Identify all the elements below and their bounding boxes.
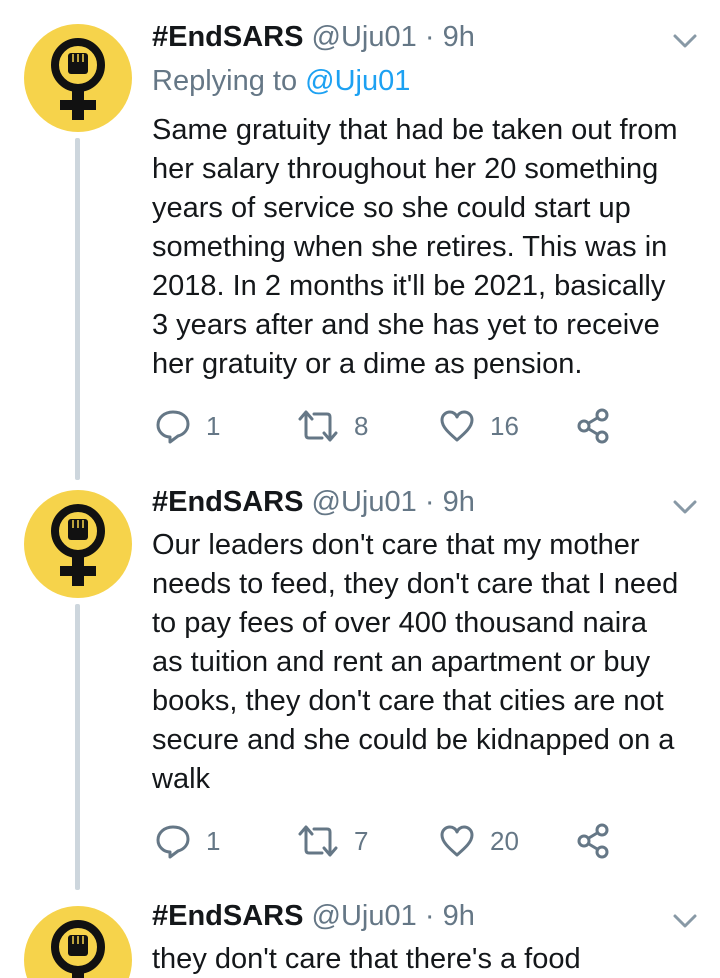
replying-to-label: Replying to: [152, 65, 298, 97]
display-name[interactable]: #EndSARS: [152, 486, 303, 518]
retweet-count: 7: [354, 825, 369, 856]
reply-button[interactable]: 1: [154, 406, 220, 446]
avatar[interactable]: [24, 906, 132, 978]
retweet-count: 8: [354, 410, 369, 441]
timestamp[interactable]: 9h: [443, 486, 475, 518]
display-name[interactable]: #EndSARS: [152, 900, 303, 932]
tweet-actions: 1 8 16: [152, 406, 622, 446]
thread-line: [75, 138, 80, 480]
display-name[interactable]: #EndSARS: [152, 21, 303, 53]
share-icon: [577, 823, 609, 859]
tweet-actions: 1 7 20: [152, 821, 622, 861]
tweet[interactable]: #EndSARS @Uju01 · 9h Our leaders don't c…: [0, 480, 720, 890]
replying-to: Replying to @Uju01: [152, 64, 410, 98]
retweet-icon: [298, 825, 338, 857]
raised-fist-female-symbol-icon: [51, 38, 105, 120]
raised-fist-female-symbol-icon: [51, 920, 105, 978]
tweet[interactable]: #EndSARS @Uju01 · 9h Replying to @Uju01 …: [0, 0, 720, 480]
timestamp[interactable]: 9h: [443, 900, 475, 932]
chevron-down-icon[interactable]: [670, 496, 700, 518]
reply-count: 1: [206, 825, 221, 856]
heart-icon: [440, 410, 474, 442]
separator-dot: ·: [424, 486, 435, 518]
avatar[interactable]: [24, 24, 132, 132]
retweet-button[interactable]: 7: [296, 821, 368, 861]
timestamp[interactable]: 9h: [443, 21, 475, 53]
tweet-header: #EndSARS @Uju01 · 9h: [152, 20, 475, 54]
handle[interactable]: @Uju01: [312, 21, 417, 53]
handle[interactable]: @Uju01: [312, 486, 417, 518]
tweet-text: Same gratuity that had be taken out from…: [152, 114, 678, 380]
share-button[interactable]: [576, 406, 610, 446]
tweet-header: #EndSARS @Uju01 · 9h: [152, 899, 475, 933]
chevron-down-icon[interactable]: [670, 910, 700, 932]
share-icon: [577, 408, 609, 444]
chevron-down-icon[interactable]: [670, 30, 700, 52]
like-count: 16: [490, 410, 519, 441]
reply-bubble-icon: [156, 825, 190, 859]
retweet-icon: [298, 410, 338, 442]
heart-icon: [440, 825, 474, 857]
reply-button[interactable]: 1: [154, 821, 220, 861]
like-count: 20: [490, 825, 519, 856]
reply-count: 1: [206, 410, 221, 441]
tweet[interactable]: #EndSARS @Uju01 · 9h they don't care tha…: [0, 890, 720, 978]
reply-bubble-icon: [156, 410, 190, 444]
tweet-text: Our leaders don't care that my mother ne…: [152, 529, 679, 795]
like-button[interactable]: 16: [438, 406, 519, 446]
like-button[interactable]: 20: [438, 821, 519, 861]
raised-fist-female-symbol-icon: [51, 504, 105, 586]
separator-dot: ·: [424, 21, 435, 53]
handle[interactable]: @Uju01: [312, 900, 417, 932]
retweet-button[interactable]: 8: [296, 406, 368, 446]
thread-line: [75, 604, 80, 890]
separator-dot: ·: [424, 900, 435, 932]
tweet-text: they don't care that there's a food: [152, 943, 581, 975]
mention-link[interactable]: @Uju01: [305, 65, 410, 97]
avatar[interactable]: [24, 490, 132, 598]
tweet-header: #EndSARS @Uju01 · 9h: [152, 485, 475, 519]
share-button[interactable]: [576, 821, 610, 861]
